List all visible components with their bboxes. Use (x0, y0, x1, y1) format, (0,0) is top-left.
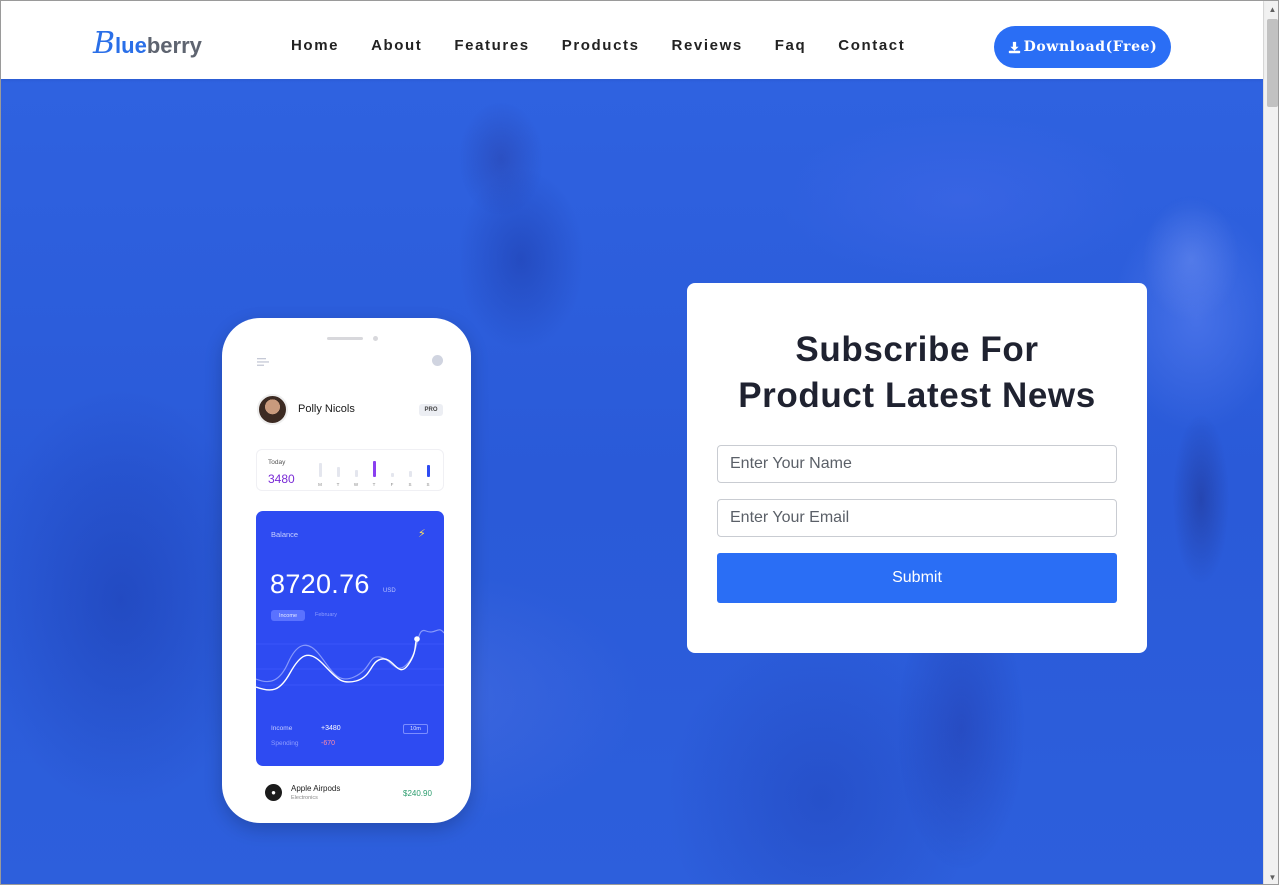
spending-value: -670 (321, 740, 336, 747)
site-header: B lue berry Home About Features Products… (1, 1, 1263, 79)
day-bar (355, 470, 358, 477)
subscribe-form-card: Subscribe For Product Latest News Submit (687, 283, 1147, 653)
day-bar (427, 465, 430, 477)
income-label: Income (271, 725, 293, 732)
nav-item-about[interactable]: About (371, 37, 422, 54)
period-select: 10m (403, 724, 428, 734)
chart-pie-icon (432, 355, 443, 366)
nav-item-reviews[interactable]: Reviews (672, 37, 743, 54)
download-button-label: Download(Free) (1023, 39, 1158, 55)
day-label: S (426, 482, 430, 487)
weekday-bar-chart: M T W T F S S (315, 456, 435, 488)
lightning-icon: ⚡ (418, 528, 426, 540)
page-scrollbar[interactable]: ▲ ▼ (1263, 1, 1278, 884)
balance-amount: 8720.76 (270, 569, 370, 599)
submit-button[interactable]: Submit (717, 553, 1117, 603)
day-bar (409, 471, 412, 477)
download-button[interactable]: Download(Free) (994, 26, 1171, 68)
income-value: +3480 (321, 725, 341, 732)
nav-item-faq[interactable]: Faq (775, 37, 806, 54)
today-stats-card: Today 3480 M T W T F S S (256, 449, 444, 491)
phone-mockup: Polly Nicols PRO Today 3480 M T W T F S … (222, 318, 471, 823)
nav-item-home[interactable]: Home (291, 37, 339, 54)
day-label: M (318, 482, 322, 487)
logo-text-blue: lue (115, 33, 147, 58)
day-label: W (353, 482, 359, 487)
day-label: T (336, 482, 340, 487)
item-category: Electronics (291, 795, 318, 801)
avatar (257, 394, 288, 425)
nav-item-features[interactable]: Features (454, 37, 529, 54)
balance-line-chart (256, 629, 444, 691)
main-nav: Home About Features Products Reviews Faq… (291, 37, 937, 54)
phone-speaker (327, 337, 363, 340)
month-label: February (315, 612, 338, 618)
nav-item-products[interactable]: Products (562, 37, 640, 54)
email-input[interactable] (717, 499, 1117, 537)
balance-card: Balance ⚡ 8720.76 USD Income February In… (256, 511, 444, 766)
scrollbar-thumb[interactable] (1267, 19, 1278, 107)
day-bar (391, 473, 394, 477)
balance-label: Balance (271, 530, 299, 539)
apple-icon: ● (265, 784, 282, 801)
day-bar (337, 467, 340, 477)
nav-item-contact[interactable]: Contact (838, 37, 905, 54)
day-label: T (372, 482, 376, 487)
phone-user-name: Polly Nicols (298, 403, 355, 415)
day-label: F (390, 482, 394, 487)
balance-currency: USD (383, 588, 396, 594)
name-input[interactable] (717, 445, 1117, 483)
logo-text-gray: berry (146, 33, 202, 58)
brand-logo[interactable]: B lue berry (93, 23, 202, 59)
phone-camera (373, 336, 378, 341)
today-label: Today (268, 459, 286, 466)
download-icon (1008, 41, 1020, 53)
day-bar (373, 461, 376, 477)
spending-label: Spending (271, 740, 299, 747)
day-bar (319, 463, 322, 477)
scroll-up-arrow-icon[interactable]: ▲ (1264, 1, 1278, 18)
item-price: $240.90 (403, 789, 432, 798)
browser-viewport: B lue berry Home About Features Products… (0, 0, 1279, 885)
subscribe-title-line1: Subscribe For (795, 330, 1039, 369)
menu-icon (257, 358, 269, 366)
item-name: Apple Airpods (291, 784, 341, 793)
scroll-down-arrow-icon[interactable]: ▼ (1264, 869, 1278, 884)
subscribe-title: Subscribe For Product Latest News (687, 327, 1147, 419)
today-value: 3480 (268, 472, 295, 486)
logo-letter: B (93, 26, 116, 61)
subscribe-title-line2: Product Latest News (738, 376, 1096, 415)
pro-badge: PRO (419, 404, 443, 416)
day-label: S (408, 482, 412, 487)
